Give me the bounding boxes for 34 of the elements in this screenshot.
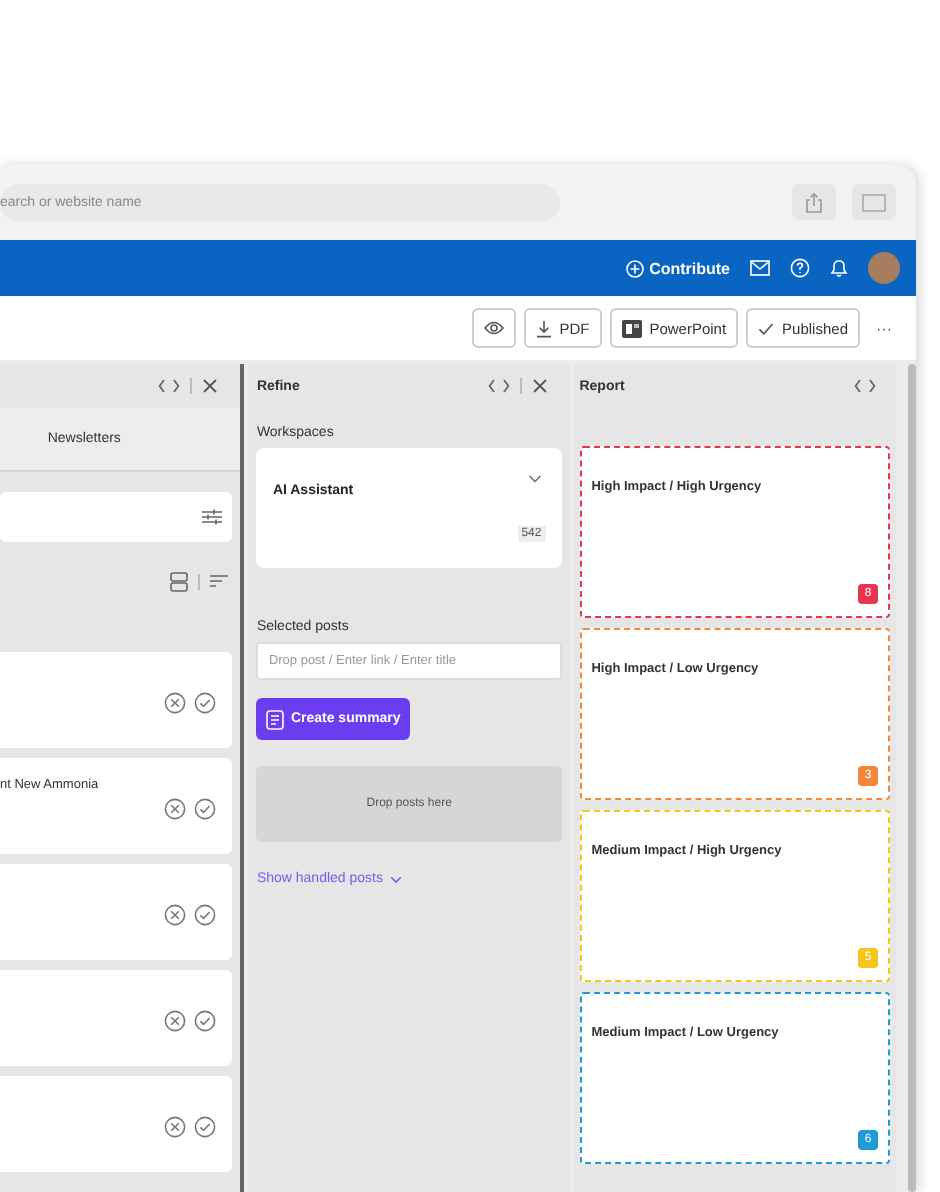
filter-icon[interactable]: [202, 508, 223, 526]
contribute-button[interactable]: Contribute: [625, 259, 730, 277]
expand-icon[interactable]: [487, 378, 510, 394]
mail-icon[interactable]: [750, 260, 770, 276]
approve-icon[interactable]: [194, 903, 217, 925]
reject-icon[interactable]: [164, 1009, 187, 1031]
expand-icon[interactable]: [158, 378, 181, 394]
expand-icon[interactable]: [854, 378, 877, 394]
approve-icon[interactable]: [194, 691, 217, 713]
bell-icon[interactable]: [830, 258, 848, 278]
download-icon: [535, 319, 552, 337]
approve-icon[interactable]: [194, 1115, 217, 1137]
slides-icon: [621, 319, 642, 337]
reject-icon[interactable]: [164, 1115, 187, 1137]
more-button[interactable]: ···: [868, 319, 900, 337]
help-icon[interactable]: [790, 258, 810, 278]
layout-icon[interactable]: [170, 571, 189, 591]
close-icon[interactable]: [202, 378, 219, 394]
check-icon: [758, 321, 775, 335]
document-icon: [266, 709, 285, 729]
reject-icon[interactable]: [164, 903, 187, 925]
reject-icon[interactable]: [164, 797, 187, 819]
chevron-icon[interactable]: [527, 474, 542, 484]
eye-icon: [483, 320, 504, 336]
sort-icon[interactable]: [210, 574, 229, 588]
approve-icon[interactable]: [194, 1009, 217, 1031]
chevron-icon: [390, 875, 403, 883]
close-icon[interactable]: [531, 378, 548, 394]
approve-icon[interactable]: [194, 797, 217, 819]
sidebar-icon: [862, 193, 886, 211]
plus-circle-icon: [625, 259, 644, 277]
reject-icon[interactable]: [164, 691, 187, 713]
preview-button[interactable]: [471, 308, 516, 348]
share-icon: [804, 191, 824, 213]
